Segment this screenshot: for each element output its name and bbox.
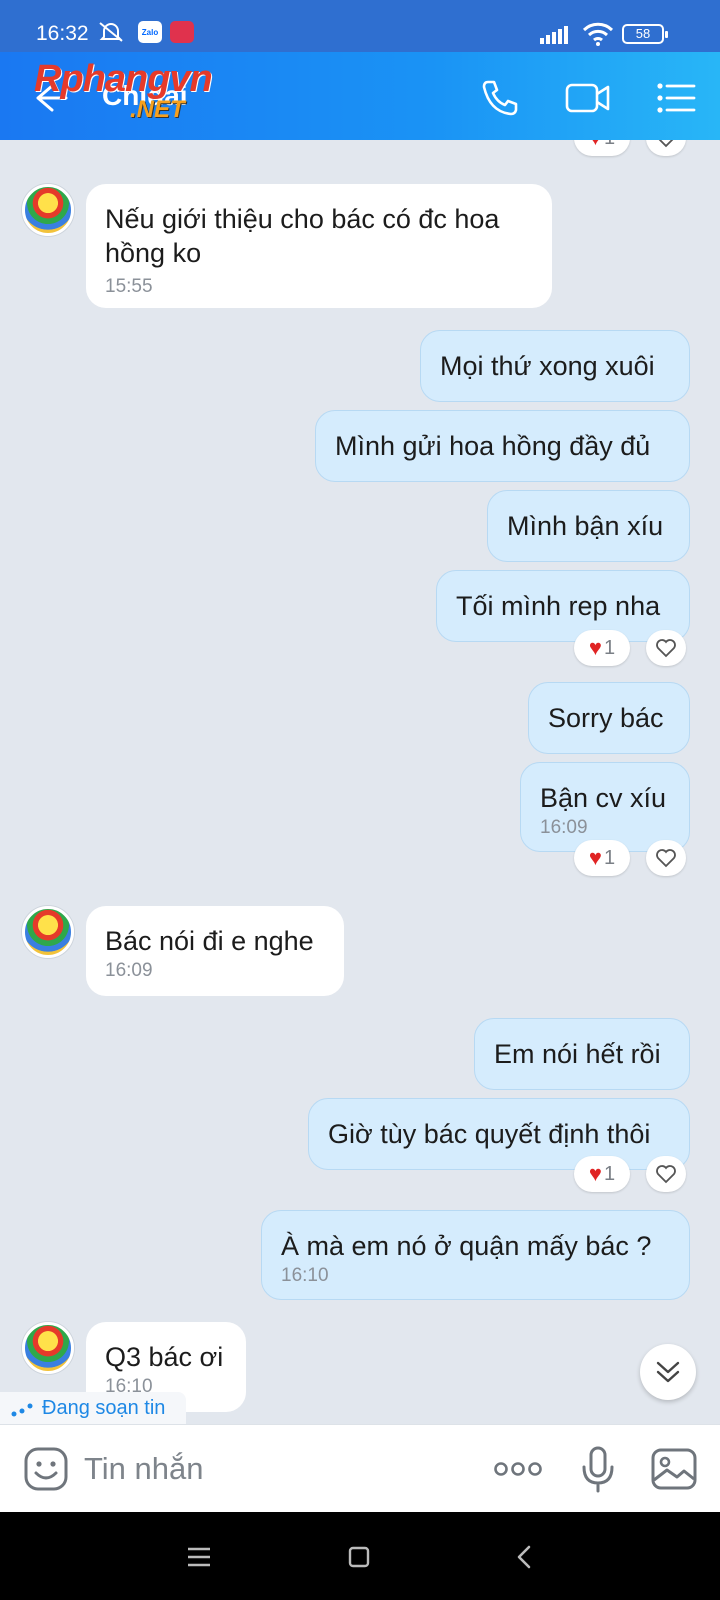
message-bubble-outgoing[interactable]: Mọi thứ xong xuôi — [420, 330, 690, 402]
heart-reaction-icon: ♥ — [589, 140, 602, 149]
heart-outline-icon — [656, 849, 676, 868]
message-bubble-outgoing[interactable]: Bận cv xíu 16:09 — [520, 762, 690, 852]
contact-avatar[interactable] — [22, 184, 74, 236]
heart-outline-icon — [656, 1165, 676, 1184]
reaction-count-badge[interactable]: ♥1 — [574, 140, 630, 156]
heart-reaction-icon: ♥ — [588, 1161, 602, 1186]
like-button[interactable] — [646, 140, 686, 156]
chat-header: Chidai Rphangvn .NET — [0, 52, 720, 140]
like-button[interactable] — [646, 840, 686, 876]
message-bubble-outgoing[interactable]: Em nói hết rồi — [474, 1018, 690, 1090]
zalo-icon: Zalo — [138, 21, 162, 43]
message-bubble-outgoing[interactable]: Giờ tùy bác quyết định thôi — [308, 1098, 690, 1170]
watermark-logo: Rphangvn .NET — [34, 58, 213, 123]
message-bubble-incoming[interactable]: Nếu giới thiệu cho bác có đc hoa hồng ko… — [86, 184, 552, 308]
mute-icon — [99, 22, 123, 42]
scroll-to-bottom-button[interactable] — [640, 1344, 696, 1400]
typing-dots-icon — [11, 1403, 33, 1417]
message-bubble-outgoing[interactable]: À mà em nó ở quận mấy bác ? 16:10 — [261, 1210, 690, 1300]
message-input[interactable] — [84, 1447, 464, 1491]
recent-apps-icon[interactable] — [184, 1542, 214, 1572]
microphone-icon[interactable] — [574, 1445, 622, 1493]
reaction-count-badge[interactable]: ♥1 — [574, 840, 630, 876]
sticker-emoji-icon[interactable] — [22, 1445, 70, 1493]
message-composer — [0, 1424, 720, 1512]
typing-indicator: Đang soạn tin — [0, 1392, 186, 1424]
back-nav-icon[interactable] — [510, 1542, 540, 1572]
app-notification-icon — [170, 21, 194, 43]
double-chevron-down-icon — [656, 1361, 680, 1383]
menu-list-icon[interactable] — [654, 76, 698, 120]
heart-outline-icon — [658, 140, 674, 148]
image-gallery-icon[interactable] — [650, 1445, 698, 1493]
status-time: 16:32 — [36, 22, 89, 45]
reaction-count-badge[interactable]: ♥1 — [574, 630, 630, 666]
message-bubble-outgoing[interactable]: Mình gửi hoa hồng đầy đủ — [315, 410, 690, 482]
like-button[interactable] — [646, 1156, 686, 1192]
battery-icon: 58 — [622, 24, 668, 44]
like-button[interactable] — [646, 630, 686, 666]
message-time: 16:10 — [281, 1265, 329, 1286]
heart-outline-icon — [656, 639, 676, 658]
phone-icon[interactable] — [478, 76, 522, 120]
message-time: 16:09 — [105, 960, 153, 981]
message-bubble-outgoing[interactable]: Mình bận xíu — [487, 490, 690, 562]
contact-avatar[interactable] — [22, 906, 74, 958]
more-options-icon[interactable] — [492, 1445, 544, 1493]
message-bubble-outgoing[interactable]: Tối mình rep nha — [436, 570, 690, 642]
system-nav-bar — [0, 1512, 720, 1600]
message-bubble-outgoing[interactable]: Sorry bác — [528, 682, 690, 754]
message-time: 15:55 — [105, 276, 153, 297]
home-icon[interactable] — [344, 1542, 374, 1572]
video-call-icon[interactable] — [564, 76, 612, 120]
heart-reaction-icon: ♥ — [588, 845, 602, 870]
message-bubble-incoming[interactable]: Bác nói đi e nghe 16:09 — [86, 906, 344, 996]
status-bar: 16:32 Zalo 58 — [0, 0, 720, 52]
message-list[interactable]: ♥1 Nếu giới thiệu cho bác có đc hoa hồng… — [0, 140, 720, 1424]
contact-avatar[interactable] — [22, 1322, 74, 1374]
message-time: 16:09 — [540, 817, 588, 838]
heart-reaction-icon: ♥ — [588, 635, 602, 660]
signal-icon — [540, 26, 568, 44]
wifi-icon — [582, 22, 614, 46]
reaction-count-badge[interactable]: ♥1 — [574, 1156, 630, 1192]
